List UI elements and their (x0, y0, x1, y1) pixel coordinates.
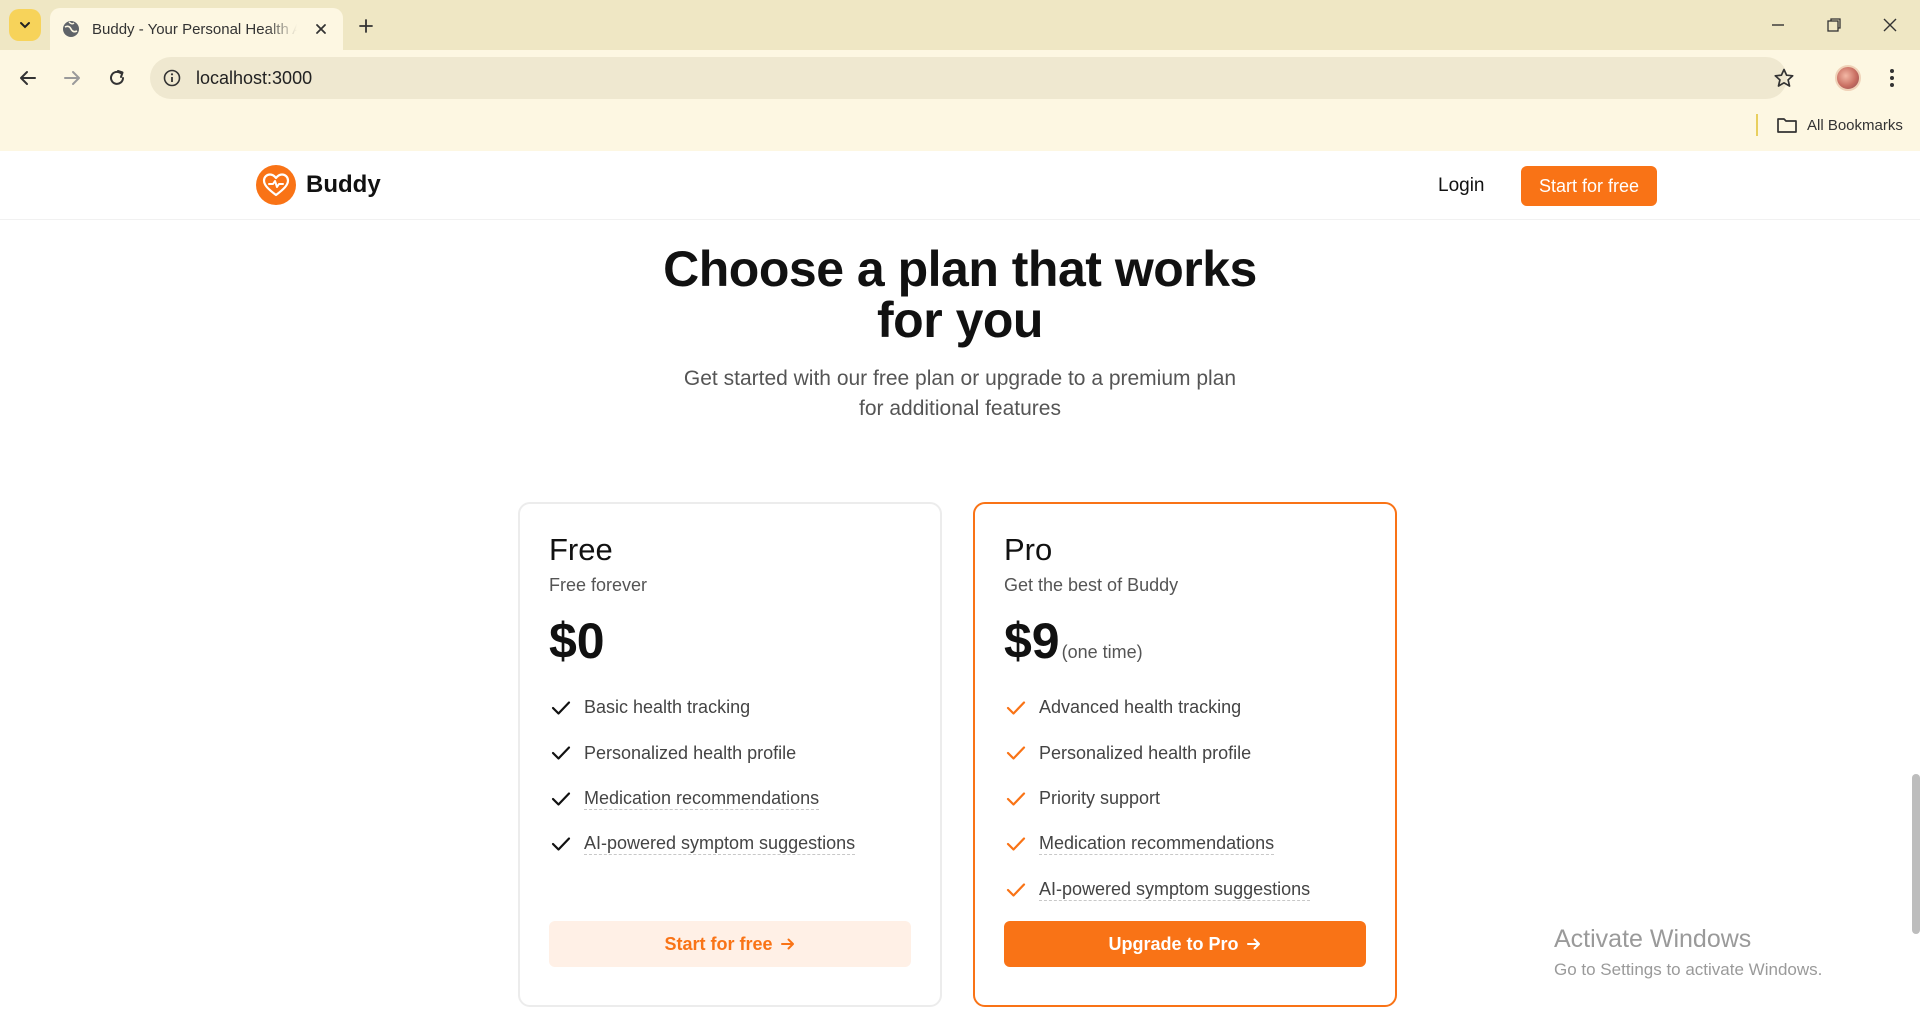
plan-card-free: Free Free forever $0 Basic health tracki… (518, 502, 942, 1007)
feature-text-tooltip[interactable]: Medication recommendations (584, 788, 820, 810)
close-tab-button[interactable] (311, 19, 331, 39)
profile-avatar[interactable] (1835, 65, 1861, 91)
minimize-icon (1772, 24, 1784, 26)
check-icon (1004, 832, 1028, 856)
site-info-button[interactable] (162, 68, 182, 88)
chevron-down-icon (20, 22, 30, 29)
check-icon (549, 832, 573, 856)
tab-title: Buddy - Your Personal Health Assistant (92, 20, 297, 38)
header-start-free-button[interactable]: Start for free (1521, 166, 1657, 206)
all-bookmarks-link[interactable]: All Bookmarks (1807, 117, 1903, 134)
globe-icon (63, 21, 79, 37)
close-icon (1883, 18, 1897, 32)
heart-pulse-icon (262, 173, 290, 197)
feature-item: Basic health tracking (549, 685, 855, 731)
feature-item: Personalized health profile (1004, 731, 1310, 777)
feature-text: Advanced health tracking (1039, 697, 1242, 718)
feature-item: Personalized health profile (549, 731, 855, 777)
brand-name[interactable]: Buddy (306, 171, 381, 199)
arrow-left-icon (20, 71, 36, 85)
tab-search-button[interactable] (9, 9, 41, 41)
plan-price-amount: $0 (549, 613, 605, 669)
feature-text: Personalized health profile (584, 742, 797, 763)
check-icon (1004, 787, 1028, 811)
feature-item: Medication recommendations (1004, 822, 1310, 868)
arrow-right-icon (780, 936, 796, 952)
bookmark-star-button[interactable] (1772, 66, 1796, 90)
plan-tagline: Get the best of Buddy (1004, 575, 1179, 595)
page-viewport: Buddy Login Start for free Choose a plan… (0, 151, 1920, 1029)
plan-price-amount: $9 (1004, 613, 1060, 669)
browser-tab-active[interactable]: Buddy - Your Personal Health Assistant (50, 8, 343, 50)
minimize-button[interactable] (1758, 8, 1798, 42)
start-free-button[interactable]: Start for free (549, 921, 911, 967)
feature-text: Basic health tracking (584, 697, 751, 718)
bookmarks-separator (1756, 114, 1758, 136)
arrow-right-icon (64, 71, 80, 85)
brand-logo[interactable] (256, 165, 296, 205)
plus-icon (359, 19, 373, 33)
restore-button[interactable] (1814, 8, 1854, 42)
url-text[interactable]: localhost:3000 (196, 68, 312, 89)
pricing-heading-line-1: Choose a plan that works (663, 241, 1257, 297)
plan-card-pro: Pro Get the best of Buddy $9 (one time) … (973, 502, 1397, 1007)
forward-button[interactable] (56, 62, 88, 94)
feature-item: AI-powered symptom suggestions (549, 822, 856, 868)
folder-icon (1777, 118, 1797, 133)
plan-name: Free (549, 532, 613, 567)
site-header: Buddy Login Start for free (0, 151, 1920, 220)
plan-tagline: Free forever (549, 575, 648, 595)
restore-icon (1827, 18, 1841, 32)
feature-item: Medication recommendations (549, 776, 855, 822)
activate-windows-watermark: Activate Windows Go to Settings to activ… (1554, 925, 1822, 980)
back-button[interactable] (12, 62, 44, 94)
pricing-subheading-line-1: Get started with our free plan or upgrad… (683, 367, 1237, 390)
login-link[interactable]: Login (1438, 175, 1485, 197)
check-icon (1004, 741, 1028, 765)
reload-icon (110, 70, 124, 85)
check-icon (549, 696, 573, 720)
check-icon (549, 741, 573, 765)
feature-text: Priority support (1039, 788, 1161, 809)
pricing-heading-line-2: for you (877, 292, 1043, 348)
feature-list: Advanced health tracking Personalized he… (1004, 685, 1311, 913)
feature-text-tooltip[interactable]: AI-powered symptom suggestions (584, 833, 856, 856)
feature-list: Basic health tracking Personalized healt… (549, 685, 856, 868)
browser-menu-button[interactable] (1880, 64, 1904, 92)
new-tab-button[interactable] (353, 13, 379, 39)
feature-text-tooltip[interactable]: Medication recommendations (1039, 833, 1275, 856)
star-icon (1774, 68, 1794, 87)
watermark-subtitle: Go to Settings to activate Windows. (1554, 960, 1823, 979)
feature-text: Personalized health profile (1039, 742, 1252, 763)
feature-text-tooltip[interactable]: AI-powered symptom suggestions (1039, 879, 1311, 901)
pricing-subheading-line-2: for additional features (859, 397, 1061, 420)
arrow-right-icon (1246, 936, 1262, 952)
address-bar[interactable] (150, 57, 1787, 99)
close-window-button[interactable] (1870, 8, 1910, 42)
plan-price: $9 (one time) (1004, 612, 1143, 670)
pricing-heading: Choose a plan that works for you (560, 244, 1360, 346)
feature-item: Priority support (1004, 776, 1310, 822)
check-icon (549, 787, 573, 811)
plan-name: Pro (1004, 532, 1053, 567)
page-scrollbar[interactable] (1912, 774, 1920, 934)
upgrade-pro-button[interactable]: Upgrade to Pro (1004, 921, 1366, 967)
feature-item: Advanced health tracking (1004, 685, 1310, 731)
plan-price-note: (one time) (1061, 642, 1143, 662)
plan-price: $0 (549, 612, 605, 670)
watermark-title: Activate Windows (1554, 925, 1752, 953)
more-vertical-icon (1890, 69, 1894, 87)
upgrade-pro-label: Upgrade to Pro (1108, 933, 1239, 954)
bookmarks-bar (0, 107, 1920, 151)
start-free-label: Start for free (664, 933, 773, 954)
close-icon (316, 24, 326, 34)
reload-button[interactable] (101, 62, 133, 94)
check-icon (1004, 696, 1028, 720)
pricing-subheading: Get started with our free plan or upgrad… (660, 364, 1260, 424)
check-icon (1004, 878, 1028, 902)
feature-item: AI-powered symptom suggestions (1004, 867, 1311, 913)
info-icon (163, 69, 181, 87)
